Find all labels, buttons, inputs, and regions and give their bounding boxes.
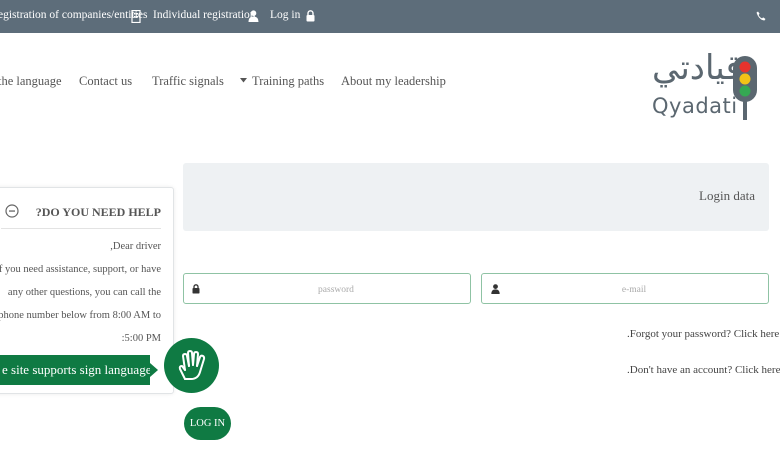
- phone-icon[interactable]: [756, 11, 766, 21]
- nav-language[interactable]: the language: [0, 74, 62, 89]
- nav-about[interactable]: About my leadership: [341, 74, 446, 89]
- forgot-password-link[interactable]: .Forgot your password? Click here: [627, 328, 779, 340]
- building-icon: [131, 10, 141, 23]
- help-text-line: phone number below from 8:00 AM to: [0, 310, 161, 321]
- sign-language-button[interactable]: [164, 338, 219, 393]
- individual-registration-link[interactable]: Individual registration: [153, 9, 256, 21]
- nav-contact-us[interactable]: Contact us: [79, 74, 132, 89]
- help-text-line: :5:00 PM: [121, 333, 161, 344]
- sign-language-banner-arrow: [150, 363, 158, 377]
- email-input[interactable]: [506, 278, 762, 301]
- help-text-line: if you need assistance, support, or have: [0, 264, 161, 275]
- help-divider: [1, 228, 161, 229]
- logo-arabic-text: قيادتي: [652, 48, 742, 88]
- caret-down-icon: [240, 78, 247, 83]
- register-companies-link[interactable]: egistration of companies/entities: [0, 9, 147, 21]
- nav-traffic-signals[interactable]: Traffic signals: [152, 74, 224, 89]
- logo-latin-text: Qyadati: [652, 94, 738, 118]
- password-field[interactable]: [183, 273, 471, 304]
- login-panel-header: Login data: [183, 163, 769, 231]
- help-text-line: ,Dear driver: [110, 241, 161, 252]
- user-icon: [248, 10, 259, 22]
- sign-language-hand-icon: [178, 350, 206, 380]
- help-title: ?DO YOU NEED HELP: [35, 205, 161, 219]
- help-text-line: any other questions, you can call the: [7, 287, 161, 298]
- collapse-icon[interactable]: [5, 204, 19, 218]
- user-icon: [491, 284, 500, 294]
- sign-language-banner[interactable]: e site supports sign language: [0, 355, 150, 385]
- login-link[interactable]: Log in: [270, 9, 300, 21]
- top-bar: egistration of companies/entities Indivi…: [0, 0, 780, 33]
- lock-icon: [192, 284, 200, 294]
- email-field[interactable]: [481, 273, 769, 304]
- lock-icon: [306, 10, 315, 22]
- password-input[interactable]: [208, 278, 464, 301]
- login-button[interactable]: LOG IN: [184, 407, 231, 440]
- login-panel-title: Login data: [699, 188, 755, 203]
- site-logo[interactable]: قيادتي Qyadati: [640, 48, 770, 126]
- nav-training-paths[interactable]: Training paths: [252, 74, 324, 89]
- create-account-link[interactable]: .Don't have an account? Click here: [627, 364, 780, 376]
